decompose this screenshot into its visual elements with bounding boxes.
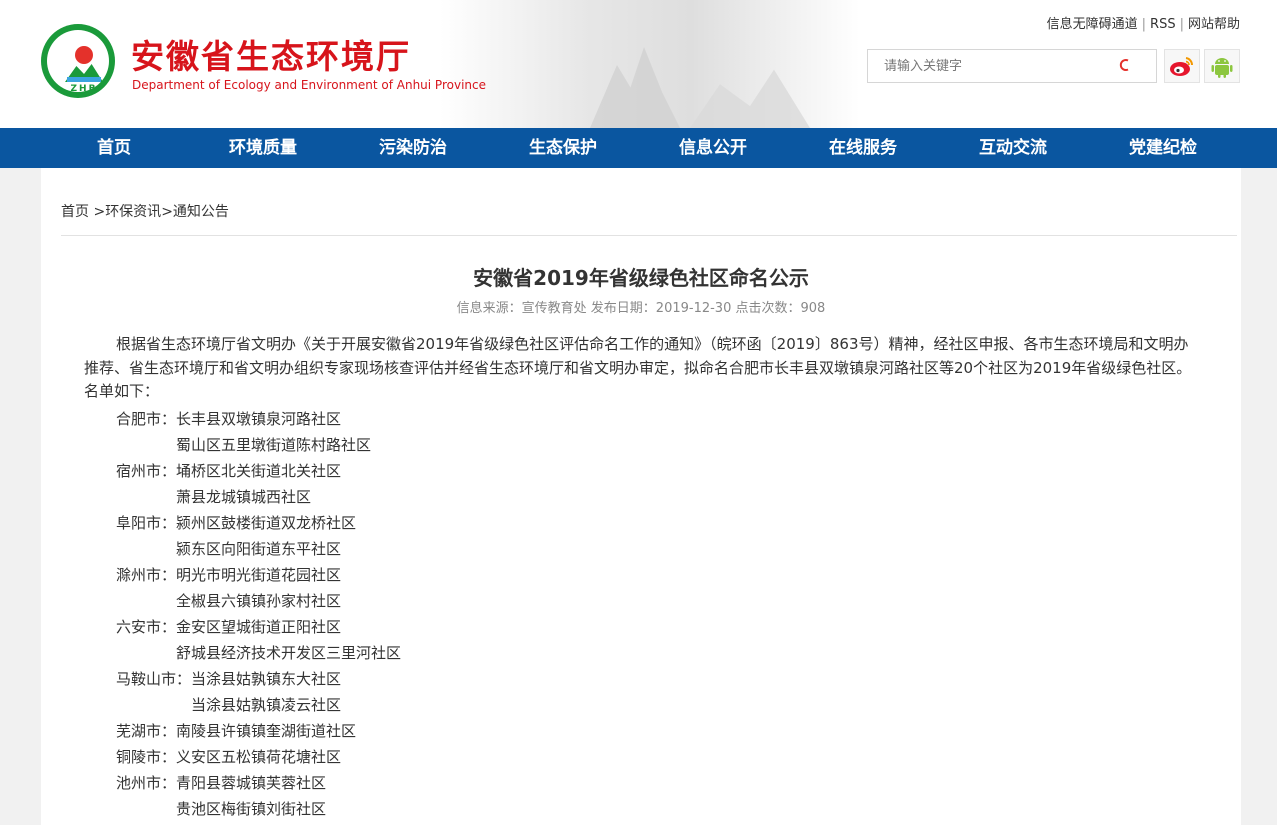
logo-sun [75,46,93,64]
nav-item-ecology-protection[interactable]: 生态保护 [529,128,597,168]
list-item: 六安市：金安区望城街道正阳社区 [116,614,401,640]
list-item: 贵池区梅街镇刘街社区 [116,796,401,822]
city-label: 阜阳市： [116,514,177,532]
community-name: 南陵县许镇镇奎湖街道社区 [176,722,357,740]
rss-link[interactable]: RSS [1150,17,1176,32]
list-item: 舒城县经济技术开发区三里河社区 [116,640,401,666]
help-link[interactable]: 网站帮助 [1188,17,1240,32]
list-item: 蜀山区五里墩街道陈村路社区 [116,432,401,458]
city-label: 马鞍山市： [116,670,192,688]
main-nav: 首页 环境质量 污染防治 生态保护 信息公开 在线服务 互动交流 党建纪检 [0,128,1277,168]
weibo-icon [1170,57,1194,76]
breadcrumb-news[interactable]: 环保资讯 [105,204,161,220]
nav-item-online-service[interactable]: 在线服务 [829,128,897,168]
community-name: 埇桥区北关街道北关社区 [176,462,342,480]
nav-item-party-building[interactable]: 党建纪检 [1129,128,1197,168]
logo-text: ZHB [70,84,98,94]
list-item: 当涂县姑孰镇凌云社区 [116,692,401,718]
community-list: 合肥市：长丰县双墩镇泉河路社区蜀山区五里墩街道陈村路社区宿州市：埇桥区北关街道北… [116,406,401,822]
android-icon [1211,58,1233,78]
separator: | [1179,17,1184,32]
nav-item-information-disclosure[interactable]: 信息公开 [679,128,747,168]
breadcrumb: 首页 >环保资讯>通知公告 [61,201,229,221]
search-input[interactable] [882,50,1116,82]
article-title: 安徽省2019年省级绿色社区命名公示 [473,266,809,290]
site-header: ZHB 安徽省生态环境厅 Department of Ecology and E… [0,0,1277,128]
site-subtitle: Department of Ecology and Environment of… [132,78,486,92]
site-logo[interactable]: ZHB [41,24,115,98]
list-item: 马鞍山市：当涂县姑孰镇东大社区 [116,666,401,692]
city-label: 池州市： [116,774,177,792]
main-content: 首页 >环保资讯>通知公告 安徽省2019年省级绿色社区命名公示 信息来源：宣传… [41,168,1241,825]
list-item: 芜湖市：南陵县许镇镇奎湖街道社区 [116,718,401,744]
breadcrumb-home[interactable]: 首页 [61,204,89,220]
community-name: 颍东区向阳街道东平社区 [176,540,342,558]
list-item: 宿州市：埇桥区北关街道北关社区 [116,458,401,484]
community-name: 当涂县姑孰镇凌云社区 [191,696,342,714]
community-name: 萧县龙城镇城西社区 [176,488,312,506]
android-app-button[interactable] [1204,49,1240,83]
community-name: 颍州区鼓楼街道双龙桥社区 [176,514,357,532]
list-item: 萧县龙城镇城西社区 [116,484,401,510]
community-name: 金安区望城街道正阳社区 [176,618,342,636]
list-item: 合肥市：长丰县双墩镇泉河路社区 [116,406,401,432]
search-box [867,49,1157,83]
breadcrumb-notices[interactable]: 通知公告 [173,204,229,220]
community-name: 全椒县六镇镇孙家村社区 [176,592,342,610]
city-label: 宿州市： [116,462,177,480]
nav-item-environment-quality[interactable]: 环境质量 [229,128,297,168]
city-label: 滁州市： [116,566,177,584]
breadcrumb-separator: > [161,204,173,220]
weibo-button[interactable] [1164,49,1200,83]
list-item: 阜阳市：颍州区鼓楼街道双龙桥社区 [116,510,401,536]
top-links: 信息无障碍通道 | RSS | 网站帮助 [1047,13,1240,32]
article-meta: 信息来源：宣传教育处 发布日期：2019-12-30 点击次数：908 [456,301,826,316]
accessibility-link[interactable]: 信息无障碍通道 [1047,17,1138,32]
separator: | [1141,17,1147,32]
mountain-shape [590,47,680,128]
city-label: 六安市： [116,618,177,636]
city-label: 合肥市： [116,410,177,428]
nav-item-home[interactable]: 首页 [97,128,131,168]
community-name: 舒城县经济技术开发区三里河社区 [176,644,402,662]
list-item: 颍东区向阳街道东平社区 [116,536,401,562]
community-name: 长丰县双墩镇泉河路社区 [176,410,342,428]
list-item: 池州市：青阳县蓉城镇芙蓉社区 [116,770,401,796]
nav-item-interaction[interactable]: 互动交流 [979,128,1047,168]
breadcrumb-separator: > [89,204,106,220]
logo-water [67,77,101,82]
community-name: 贵池区梅街镇刘街社区 [176,800,327,818]
community-name: 义安区五松镇荷花塘社区 [176,748,342,766]
logo-emblem: ZHB [47,30,109,94]
article-paragraph: 根据省生态环境厅省文明办《关于开展安徽省2019年省级绿色社区评估命名工作的通知… [84,335,1192,400]
city-label: 铜陵市： [116,748,177,766]
community-name: 蜀山区五里墩街道陈村路社区 [176,436,372,454]
list-item: 铜陵市：义安区五松镇荷花塘社区 [116,744,401,770]
list-item: 滁州市：明光市明光街道花园社区 [116,562,401,588]
community-name: 青阳县蓉城镇芙蓉社区 [176,774,327,792]
community-name: 当涂县姑孰镇东大社区 [191,670,342,688]
mountain-shape [690,69,810,128]
community-name: 明光市明光街道花园社区 [176,566,342,584]
city-label: 芜湖市： [116,722,177,740]
site-title[interactable]: 安徽省生态环境厅 [131,30,411,78]
header-landscape-image [440,0,860,128]
search-icon[interactable] [1118,58,1132,72]
list-item: 全椒县六镇镇孙家村社区 [116,588,401,614]
divider [61,235,1237,236]
nav-item-pollution-control[interactable]: 污染防治 [379,128,447,168]
